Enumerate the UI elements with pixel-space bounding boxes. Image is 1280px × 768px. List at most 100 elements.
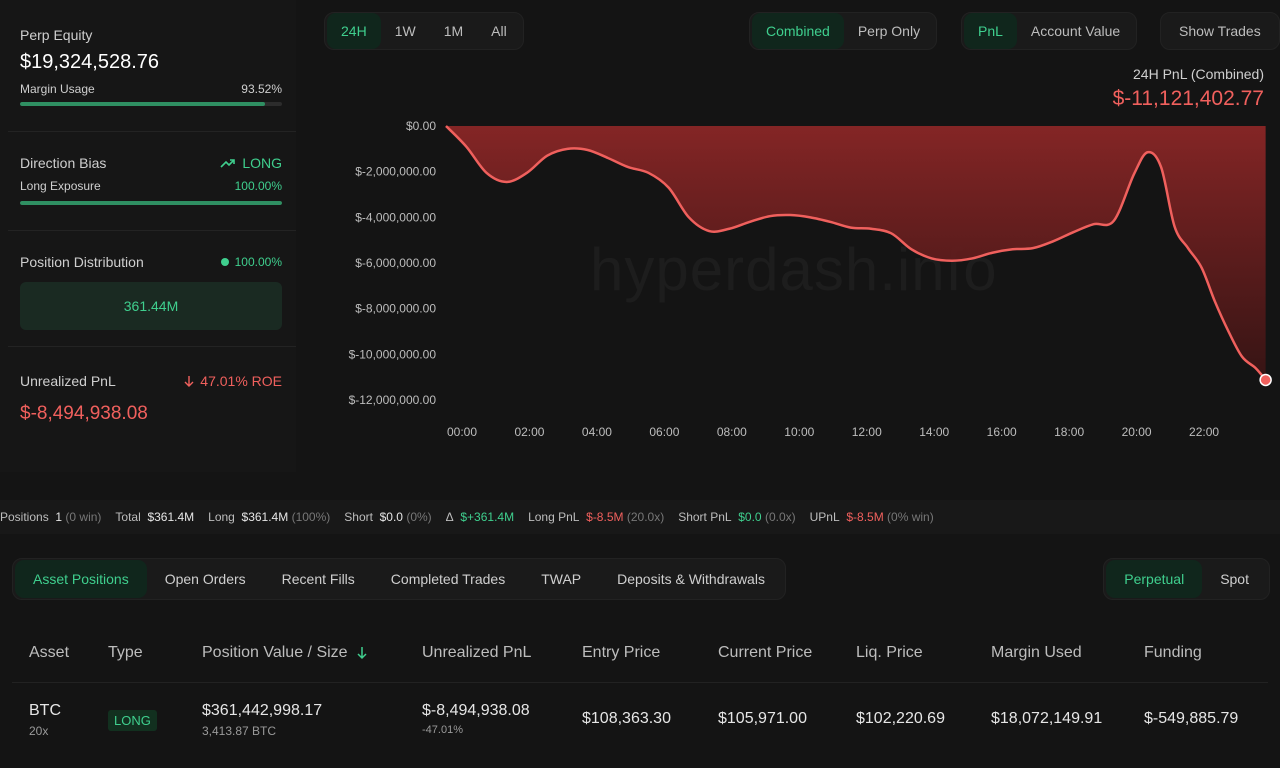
stat-positions-note: (0 win) [65, 510, 102, 524]
stat-short-pnl-note: (0.0x) [764, 510, 796, 524]
row-margin-used: $18,072,149.91 [991, 710, 1103, 727]
data-point [931, 257, 933, 259]
row-unrealized-pnl: $-8,494,938.08 [422, 702, 530, 719]
pnl-area [446, 126, 1266, 380]
positions-stats-bar: Positions 1 (0 win) Total $361.4M Long $… [0, 500, 1280, 534]
stat-long-value: $361.4M [241, 510, 289, 524]
y-tick-label: $-10,000,000.00 [349, 347, 437, 361]
data-point [870, 228, 872, 230]
tab-completed-trades[interactable]: Completed Trades [373, 560, 523, 598]
stat-upnl-value: $-8.5M [846, 510, 884, 524]
row-leverage: 20x [29, 724, 49, 738]
data-point [506, 181, 508, 183]
row-asset[interactable]: BTC [29, 702, 61, 720]
data-point [728, 228, 730, 230]
data-point [1201, 267, 1203, 269]
data-point [566, 148, 568, 150]
data-point [1174, 225, 1176, 227]
data-point [850, 227, 852, 229]
data-point [1255, 367, 1257, 369]
data-point [1160, 166, 1162, 168]
data-point [1012, 248, 1014, 250]
x-tick-label: 22:00 [1189, 425, 1219, 439]
y-axis: $0.00 $-2,000,000.00 $-4,000,000.00 $-6,000… [349, 119, 437, 407]
data-point [485, 172, 487, 174]
positions-tabs: Asset Positions Open Orders Recent Fills… [12, 558, 786, 600]
x-tick-label: 20:00 [1122, 425, 1152, 439]
data-point [1133, 173, 1135, 175]
x-tick-label: 16:00 [987, 425, 1017, 439]
y-tick-label: $-6,000,000.00 [355, 256, 436, 270]
col-header-liq-price[interactable]: Liq. Price [856, 644, 923, 662]
stat-short-pnl-value: $0.0 [738, 510, 762, 524]
x-tick-label: 06:00 [649, 425, 679, 439]
stat-short-value: $0.0 [379, 510, 403, 524]
col-header-type[interactable]: Type [108, 644, 143, 662]
col-header-position-value-label: Position Value / Size [202, 644, 348, 661]
row-current-price: $105,971.00 [718, 710, 807, 727]
data-point [1052, 240, 1054, 242]
data-point [465, 146, 467, 148]
stat-short-label: Short [344, 510, 373, 524]
tab-asset-positions[interactable]: Asset Positions [15, 560, 147, 598]
stat-total-label: Total [115, 510, 141, 524]
data-point [607, 157, 609, 159]
x-tick-label: 00:00 [447, 425, 477, 439]
y-tick-label: $-2,000,000.00 [355, 165, 436, 179]
sort-desc-icon [357, 647, 367, 660]
col-header-position-value[interactable]: Position Value / Size [202, 644, 368, 662]
col-header-asset[interactable]: Asset [29, 644, 69, 662]
stat-long-pnl-label: Long PnL [528, 510, 580, 524]
tab-recent-fills[interactable]: Recent Fills [264, 560, 373, 598]
data-point [789, 214, 791, 216]
y-tick-label: $-12,000,000.00 [349, 393, 437, 407]
stat-total-value: $361.4M [147, 510, 195, 524]
col-header-unrealized-pnl[interactable]: Unrealized PnL [422, 644, 531, 662]
data-point [1072, 231, 1074, 233]
data-point [627, 166, 629, 168]
data-point [749, 221, 751, 223]
row-liq-price: $102,220.69 [856, 710, 945, 727]
row-entry-price: $108,363.30 [582, 710, 671, 727]
x-axis: 00:00 02:00 04:00 06:00 08:00 10:00 12:00 14:00… [447, 425, 1219, 439]
col-header-current-price[interactable]: Current Price [718, 644, 812, 662]
tab-deposits-withdrawals[interactable]: Deposits & Withdrawals [599, 560, 783, 598]
stat-short-note: (0%) [406, 510, 432, 524]
stat-long-label: Long [208, 510, 235, 524]
data-point [587, 149, 589, 151]
tab-twap[interactable]: TWAP [523, 560, 599, 598]
data-point [830, 221, 832, 223]
market-spot[interactable]: Spot [1202, 560, 1267, 598]
x-tick-label: 04:00 [582, 425, 612, 439]
data-point [1113, 220, 1115, 222]
col-header-funding[interactable]: Funding [1144, 644, 1202, 662]
data-point [688, 216, 690, 218]
data-point [1187, 247, 1189, 249]
pnl-chart[interactable]: $0.00 $-2,000,000.00 $-4,000,000.00 $-6,000… [0, 0, 1280, 460]
stat-short-pnl-label: Short PnL [678, 510, 732, 524]
data-point [769, 215, 771, 217]
x-tick-label: 18:00 [1054, 425, 1084, 439]
data-point [1032, 247, 1034, 249]
data-point [991, 252, 993, 254]
data-point [809, 216, 811, 218]
data-point [1147, 151, 1149, 153]
data-point [971, 257, 973, 259]
x-tick-label: 14:00 [919, 425, 949, 439]
tab-open-orders[interactable]: Open Orders [147, 560, 264, 598]
header-divider [12, 682, 1268, 683]
current-value-marker [1259, 373, 1272, 387]
data-point [526, 172, 528, 174]
data-point [708, 230, 710, 232]
market-perpetual[interactable]: Perpetual [1106, 560, 1203, 598]
data-point [890, 232, 892, 234]
col-header-margin-used[interactable]: Margin Used [991, 644, 1082, 662]
col-header-entry-price[interactable]: Entry Price [582, 644, 660, 662]
data-point [1228, 331, 1230, 333]
x-tick-label: 08:00 [717, 425, 747, 439]
data-point [546, 155, 548, 157]
stat-delta-label: Δ [445, 510, 454, 524]
data-point [951, 260, 953, 262]
data-point [647, 172, 649, 174]
stat-upnl-note: (0% win) [887, 510, 934, 524]
